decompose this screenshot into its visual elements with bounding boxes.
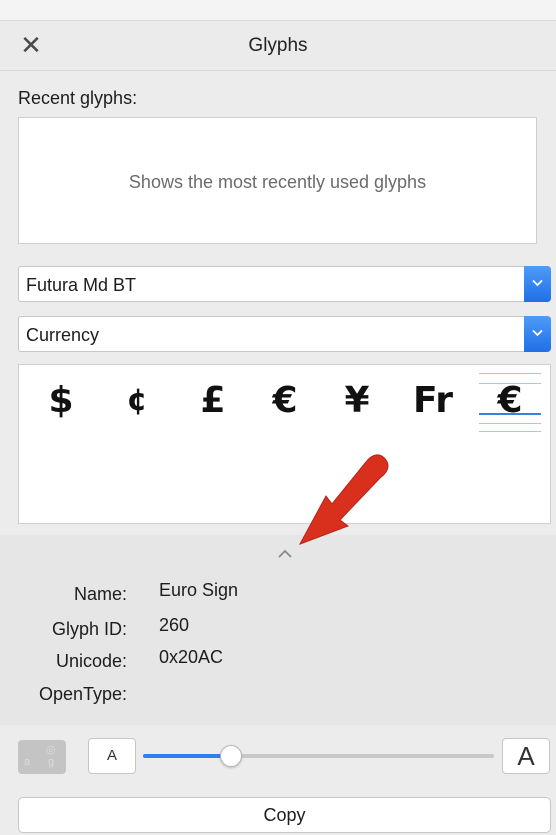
recent-glyphs-placeholder: Shows the most recently used glyphs <box>128 172 427 192</box>
chevron-down-icon[interactable] <box>524 316 551 352</box>
title-bar: ✕ Glyphs <box>0 20 556 71</box>
name-label: Name: <box>73 584 127 604</box>
unicode-label: Unicode: <box>55 651 127 671</box>
glyph-id-value: 260 <box>159 615 190 635</box>
category-select-value: Currency <box>26 325 100 345</box>
slider-thumb[interactable] <box>219 745 242 767</box>
increase-size-button[interactable]: A <box>502 738 550 774</box>
glyph-preview-icon[interactable]: ◎ a g <box>18 740 66 774</box>
window-title: Glyphs <box>248 35 308 56</box>
recent-glyphs-box: Shows the most recently used glyphs <box>18 117 537 244</box>
arrow-annotation-icon <box>298 454 389 545</box>
font-select[interactable]: Futura Md BT <box>18 266 551 302</box>
glyph-size-slider[interactable] <box>143 745 494 767</box>
recent-glyphs-label: Recent glyphs: <box>18 88 138 108</box>
glyph-id-label: Glyph ID: <box>51 619 127 639</box>
glyph-cell[interactable]: Fr <box>403 371 463 431</box>
glyph-cell[interactable]: $ <box>31 371 91 431</box>
opentype-label: OpenType: <box>38 684 127 704</box>
copy-button[interactable]: Copy <box>18 797 551 833</box>
name-value: Euro Sign <box>159 580 239 600</box>
chevron-up-icon[interactable] <box>276 548 294 560</box>
chevron-down-icon[interactable] <box>524 266 551 302</box>
unicode-value: 0x20AC <box>159 647 224 667</box>
glyph-cell[interactable]: € <box>255 371 315 431</box>
glyph-cell[interactable]: ¥ <box>327 371 387 431</box>
font-select-value: Futura Md BT <box>26 275 137 295</box>
glyph-cell[interactable]: ¢ <box>107 371 167 431</box>
glyph-cell-selected[interactable]: € <box>480 371 540 431</box>
glyph-cell[interactable]: £ <box>183 371 243 431</box>
slider-fill <box>143 754 231 758</box>
category-select[interactable]: Currency <box>18 316 551 352</box>
window-top-strip <box>0 0 556 20</box>
decrease-size-button[interactable]: A <box>88 738 136 774</box>
glyph-grid: $ ¢ £ € ¥ Fr € <box>18 364 551 524</box>
